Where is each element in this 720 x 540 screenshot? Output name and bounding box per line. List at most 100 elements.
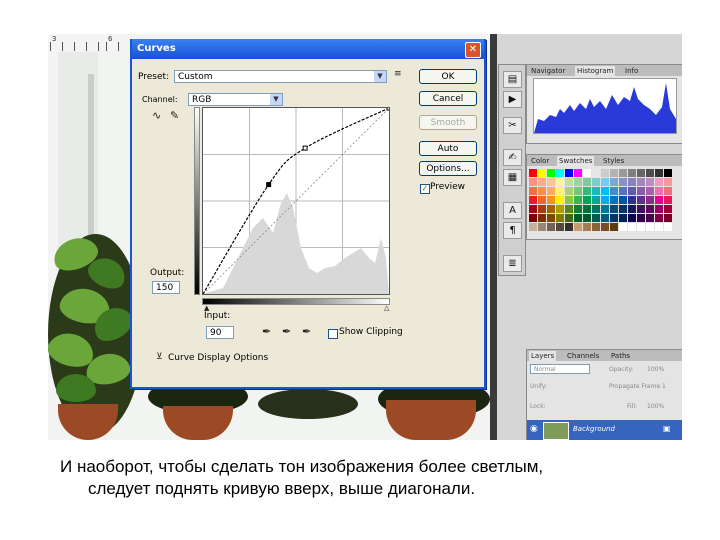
preview-checkbox[interactable]: ✓ [420,184,430,194]
color-swatch[interactable] [529,223,537,231]
swatch-grid[interactable] [529,169,675,237]
color-swatch[interactable] [664,205,672,213]
color-swatch[interactable] [556,214,564,222]
color-swatch[interactable] [646,178,654,186]
white-point-slider-icon[interactable]: △ [384,304,389,312]
color-swatch[interactable] [547,205,555,213]
color-swatch[interactable] [655,223,663,231]
color-swatch[interactable] [601,214,609,222]
color-swatch[interactable] [592,223,600,231]
color-swatch[interactable] [646,187,654,195]
color-swatch[interactable] [529,214,537,222]
color-swatch[interactable] [592,169,600,177]
color-swatch[interactable] [619,178,627,186]
color-swatch[interactable] [610,178,618,186]
tab-paths[interactable]: Paths [609,351,633,361]
color-swatch[interactable] [628,187,636,195]
color-swatch[interactable] [664,214,672,222]
pencil-icon[interactable]: ✎ [170,109,179,122]
color-swatch[interactable] [565,205,573,213]
color-swatch[interactable] [601,169,609,177]
tab-color[interactable]: Color [529,156,552,166]
color-swatch[interactable] [529,178,537,186]
gray-eyedropper-icon[interactable]: ✒ [282,325,291,338]
color-swatch[interactable] [538,214,546,222]
color-swatch[interactable] [538,223,546,231]
color-swatch[interactable] [583,178,591,186]
curve-graph[interactable] [202,105,392,295]
actions-icon[interactable]: ▶ [503,91,522,108]
color-swatch[interactable] [547,196,555,204]
color-swatch[interactable] [529,187,537,195]
color-swatch[interactable] [556,169,564,177]
color-swatch[interactable] [592,187,600,195]
notes-icon[interactable]: ≣ [503,255,522,272]
color-swatch[interactable] [601,187,609,195]
color-swatch[interactable] [610,205,618,213]
color-swatch[interactable] [619,187,627,195]
white-eyedropper-icon[interactable]: ✒ [302,325,311,338]
opacity-value[interactable]: 100% [647,366,664,373]
color-swatch[interactable] [619,214,627,222]
history-icon[interactable]: ▤ [503,71,522,88]
color-swatch[interactable] [664,169,672,177]
color-swatch[interactable] [610,223,618,231]
eye-icon[interactable]: ◉ [530,424,538,434]
color-swatch[interactable] [529,196,537,204]
color-swatch[interactable] [538,178,546,186]
color-swatch[interactable] [583,223,591,231]
input-field[interactable]: 90 [206,326,234,339]
ok-button[interactable]: OK [419,69,477,84]
color-swatch[interactable] [565,187,573,195]
color-swatch[interactable] [664,187,672,195]
color-swatch[interactable] [610,214,618,222]
color-swatch[interactable] [628,205,636,213]
color-swatch[interactable] [646,214,654,222]
auto-button[interactable]: Auto [419,141,477,156]
color-swatch[interactable] [601,178,609,186]
color-swatch[interactable] [646,169,654,177]
paragraph-icon[interactable]: ¶ [503,222,522,239]
color-swatch[interactable] [655,214,663,222]
preset-select[interactable]: Custom ▼ [174,70,387,83]
color-swatch[interactable] [637,178,645,186]
expand-chevron-icon[interactable]: ⊻ [156,352,163,362]
color-swatch[interactable] [583,205,591,213]
color-swatch[interactable] [619,205,627,213]
color-swatch[interactable] [556,178,564,186]
cancel-button[interactable]: Cancel [419,91,477,106]
fill-value[interactable]: 100% [647,403,664,410]
color-swatch[interactable] [601,205,609,213]
color-swatch[interactable] [655,178,663,186]
tab-channels[interactable]: Channels [565,351,602,361]
color-swatch[interactable] [547,169,555,177]
curve-display-options-label[interactable]: Curve Display Options [168,353,268,363]
color-swatch[interactable] [538,187,546,195]
output-field[interactable]: 150 [152,281,180,294]
color-swatch[interactable] [583,169,591,177]
color-swatch[interactable] [529,205,537,213]
color-swatch[interactable] [538,196,546,204]
tools-icon[interactable]: ✂ [503,117,522,134]
color-swatch[interactable] [655,196,663,204]
color-swatch[interactable] [592,205,600,213]
color-swatch[interactable] [646,196,654,204]
color-swatch[interactable] [556,223,564,231]
color-swatch[interactable] [574,169,582,177]
color-swatch[interactable] [619,169,627,177]
color-swatch[interactable] [601,223,609,231]
color-swatch[interactable] [574,205,582,213]
color-swatch[interactable] [574,223,582,231]
clone-icon[interactable]: ▦ [503,169,522,186]
color-swatch[interactable] [538,169,546,177]
color-swatch[interactable] [565,169,573,177]
color-swatch[interactable] [565,223,573,231]
brush-icon[interactable]: ✍ [503,149,522,166]
color-swatch[interactable] [646,205,654,213]
smooth-button[interactable]: Smooth [419,115,477,130]
color-swatch[interactable] [556,196,564,204]
color-swatch[interactable] [664,196,672,204]
color-swatch[interactable] [574,214,582,222]
color-swatch[interactable] [610,187,618,195]
color-swatch[interactable] [592,214,600,222]
